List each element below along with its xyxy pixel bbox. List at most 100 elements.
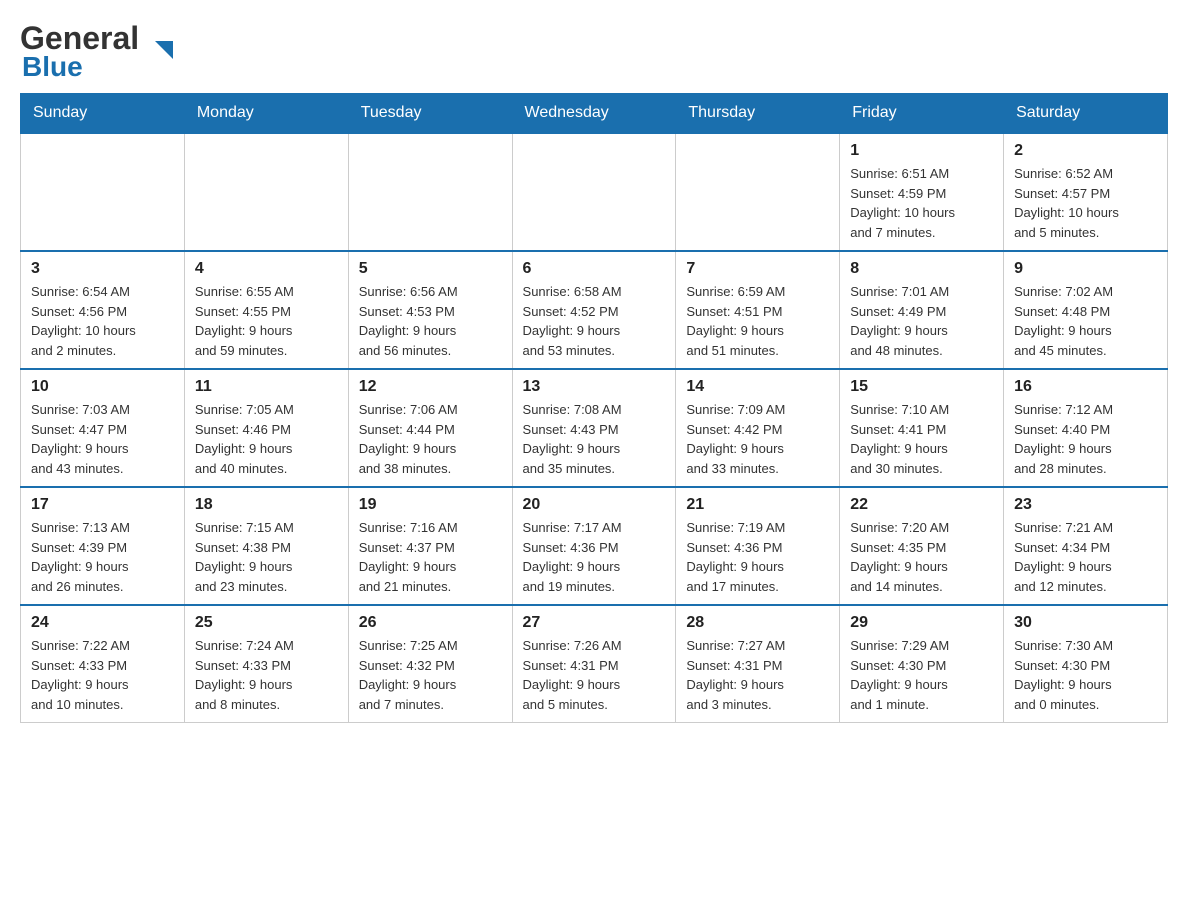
day-number: 18 bbox=[195, 496, 338, 514]
day-number: 25 bbox=[195, 614, 338, 632]
day-info: Sunrise: 7:24 AM Sunset: 4:33 PM Dayligh… bbox=[195, 636, 338, 714]
day-number: 12 bbox=[359, 378, 502, 396]
day-info: Sunrise: 7:25 AM Sunset: 4:32 PM Dayligh… bbox=[359, 636, 502, 714]
day-number: 11 bbox=[195, 378, 338, 396]
calendar-cell: 24Sunrise: 7:22 AM Sunset: 4:33 PM Dayli… bbox=[21, 605, 185, 723]
calendar-cell: 27 Sunrise: 7:26 AM Sunset: 4:31 PM Dayli… bbox=[512, 605, 676, 723]
day-number: 30 bbox=[1014, 614, 1157, 632]
calendar-cell: 30 Sunrise: 7:30 AM Sunset: 4:30 PM Dayli… bbox=[1004, 605, 1168, 723]
day-number: 4 bbox=[195, 260, 338, 278]
day-info: Sunrise: 7:29 AM Sunset: 4:30 PM Dayligh… bbox=[850, 636, 993, 714]
day-number: 21 bbox=[686, 496, 829, 514]
calendar-cell: 3 Sunrise: 6:54 AM Sunset: 4:56 PM Daylig… bbox=[21, 251, 185, 369]
day-number: 13 bbox=[523, 378, 666, 396]
calendar-cell: 16 Sunrise: 7:12 AM Sunset: 4:40 PM Dayli… bbox=[1004, 369, 1168, 487]
day-info: Sunrise: 7:17 AM Sunset: 4:36 PM Dayligh… bbox=[523, 518, 666, 596]
calendar-cell: 29 Sunrise: 7:29 AM Sunset: 4:30 PM Dayli… bbox=[840, 605, 1004, 723]
logo: General Blue bbox=[20, 20, 153, 83]
day-number: 8 bbox=[850, 260, 993, 278]
calendar-cell: 26 Sunrise: 7:25 AM Sunset: 4:32 PM Dayli… bbox=[348, 605, 512, 723]
calendar-cell: 12 Sunrise: 7:06 AM Sunset: 4:44 PM Dayli… bbox=[348, 369, 512, 487]
day-number: 1 bbox=[850, 142, 993, 160]
calendar-cell: 18 Sunrise: 7:15 AM Sunset: 4:38 PM Dayli… bbox=[184, 487, 348, 605]
day-info: Sunrise: 7:05 AM Sunset: 4:46 PM Dayligh… bbox=[195, 400, 338, 478]
calendar-cell: 8 Sunrise: 7:01 AM Sunset: 4:49 PM Daylig… bbox=[840, 251, 1004, 369]
day-number: 15 bbox=[850, 378, 993, 396]
day-info: Sunrise: 6:52 AM Sunset: 4:57 PM Dayligh… bbox=[1014, 164, 1157, 242]
day-number: 17 bbox=[31, 496, 174, 514]
weekday-header: Wednesday bbox=[512, 94, 676, 134]
day-number: 22 bbox=[850, 496, 993, 514]
week-row: 10Sunrise: 7:03 AM Sunset: 4:47 PM Dayli… bbox=[21, 369, 1168, 487]
day-number: 7 bbox=[686, 260, 829, 278]
day-info: Sunrise: 7:01 AM Sunset: 4:49 PM Dayligh… bbox=[850, 282, 993, 360]
day-info: Sunrise: 7:30 AM Sunset: 4:30 PM Dayligh… bbox=[1014, 636, 1157, 714]
day-info: Sunrise: 7:12 AM Sunset: 4:40 PM Dayligh… bbox=[1014, 400, 1157, 478]
weekday-header: Friday bbox=[840, 94, 1004, 134]
page-header: General Blue bbox=[20, 20, 1168, 83]
calendar-cell: 11 Sunrise: 7:05 AM Sunset: 4:46 PM Dayli… bbox=[184, 369, 348, 487]
day-info: Sunrise: 7:08 AM Sunset: 4:43 PM Dayligh… bbox=[523, 400, 666, 478]
calendar-cell: 25 Sunrise: 7:24 AM Sunset: 4:33 PM Dayli… bbox=[184, 605, 348, 723]
calendar-cell: 19 Sunrise: 7:16 AM Sunset: 4:37 PM Dayli… bbox=[348, 487, 512, 605]
day-number: 28 bbox=[686, 614, 829, 632]
day-info: Sunrise: 7:06 AM Sunset: 4:44 PM Dayligh… bbox=[359, 400, 502, 478]
day-info: Sunrise: 7:26 AM Sunset: 4:31 PM Dayligh… bbox=[523, 636, 666, 714]
weekday-header: Tuesday bbox=[348, 94, 512, 134]
weekday-header: Sunday bbox=[21, 94, 185, 134]
day-info: Sunrise: 7:22 AM Sunset: 4:33 PM Dayligh… bbox=[31, 636, 174, 714]
day-info: Sunrise: 6:56 AM Sunset: 4:53 PM Dayligh… bbox=[359, 282, 502, 360]
weekday-header-row: SundayMondayTuesdayWednesdayThursdayFrid… bbox=[21, 94, 1168, 134]
day-number: 19 bbox=[359, 496, 502, 514]
weekday-header: Thursday bbox=[676, 94, 840, 134]
day-number: 23 bbox=[1014, 496, 1157, 514]
calendar-cell: 1 Sunrise: 6:51 AM Sunset: 4:59 PM Daylig… bbox=[840, 133, 1004, 251]
calendar-cell bbox=[348, 133, 512, 251]
day-number: 3 bbox=[31, 260, 174, 278]
calendar-cell: 20 Sunrise: 7:17 AM Sunset: 4:36 PM Dayli… bbox=[512, 487, 676, 605]
day-info: Sunrise: 6:55 AM Sunset: 4:55 PM Dayligh… bbox=[195, 282, 338, 360]
day-number: 29 bbox=[850, 614, 993, 632]
week-row: 1 Sunrise: 6:51 AM Sunset: 4:59 PM Daylig… bbox=[21, 133, 1168, 251]
day-number: 10 bbox=[31, 378, 174, 396]
week-row: 3 Sunrise: 6:54 AM Sunset: 4:56 PM Daylig… bbox=[21, 251, 1168, 369]
calendar-cell: 28 Sunrise: 7:27 AM Sunset: 4:31 PM Dayli… bbox=[676, 605, 840, 723]
day-info: Sunrise: 7:16 AM Sunset: 4:37 PM Dayligh… bbox=[359, 518, 502, 596]
day-number: 16 bbox=[1014, 378, 1157, 396]
calendar-cell bbox=[676, 133, 840, 251]
day-info: Sunrise: 6:54 AM Sunset: 4:56 PM Dayligh… bbox=[31, 282, 174, 360]
logo-blue: Blue bbox=[22, 51, 83, 83]
calendar-cell: 9Sunrise: 7:02 AM Sunset: 4:48 PM Daylig… bbox=[1004, 251, 1168, 369]
day-info: Sunrise: 7:15 AM Sunset: 4:38 PM Dayligh… bbox=[195, 518, 338, 596]
day-info: Sunrise: 6:59 AM Sunset: 4:51 PM Dayligh… bbox=[686, 282, 829, 360]
day-info: Sunrise: 7:19 AM Sunset: 4:36 PM Dayligh… bbox=[686, 518, 829, 596]
weekday-header: Saturday bbox=[1004, 94, 1168, 134]
calendar-cell: 2 Sunrise: 6:52 AM Sunset: 4:57 PM Daylig… bbox=[1004, 133, 1168, 251]
day-info: Sunrise: 6:58 AM Sunset: 4:52 PM Dayligh… bbox=[523, 282, 666, 360]
day-info: Sunrise: 7:20 AM Sunset: 4:35 PM Dayligh… bbox=[850, 518, 993, 596]
weekday-header: Monday bbox=[184, 94, 348, 134]
calendar-cell bbox=[21, 133, 185, 251]
day-info: Sunrise: 7:21 AM Sunset: 4:34 PM Dayligh… bbox=[1014, 518, 1157, 596]
day-number: 20 bbox=[523, 496, 666, 514]
calendar-cell: 6 Sunrise: 6:58 AM Sunset: 4:52 PM Daylig… bbox=[512, 251, 676, 369]
calendar-cell: 23 Sunrise: 7:21 AM Sunset: 4:34 PM Dayli… bbox=[1004, 487, 1168, 605]
calendar-cell: 21 Sunrise: 7:19 AM Sunset: 4:36 PM Dayli… bbox=[676, 487, 840, 605]
day-info: Sunrise: 7:13 AM Sunset: 4:39 PM Dayligh… bbox=[31, 518, 174, 596]
day-number: 14 bbox=[686, 378, 829, 396]
calendar-cell: 13 Sunrise: 7:08 AM Sunset: 4:43 PM Dayli… bbox=[512, 369, 676, 487]
day-info: Sunrise: 6:51 AM Sunset: 4:59 PM Dayligh… bbox=[850, 164, 993, 242]
day-info: Sunrise: 7:09 AM Sunset: 4:42 PM Dayligh… bbox=[686, 400, 829, 478]
calendar-cell bbox=[184, 133, 348, 251]
day-number: 2 bbox=[1014, 142, 1157, 160]
calendar-cell: 7 Sunrise: 6:59 AM Sunset: 4:51 PM Daylig… bbox=[676, 251, 840, 369]
day-number: 6 bbox=[523, 260, 666, 278]
day-number: 27 bbox=[523, 614, 666, 632]
calendar-cell: 14 Sunrise: 7:09 AM Sunset: 4:42 PM Dayli… bbox=[676, 369, 840, 487]
day-number: 5 bbox=[359, 260, 502, 278]
day-info: Sunrise: 7:27 AM Sunset: 4:31 PM Dayligh… bbox=[686, 636, 829, 714]
day-info: Sunrise: 7:10 AM Sunset: 4:41 PM Dayligh… bbox=[850, 400, 993, 478]
week-row: 24Sunrise: 7:22 AM Sunset: 4:33 PM Dayli… bbox=[21, 605, 1168, 723]
calendar-cell: 15 Sunrise: 7:10 AM Sunset: 4:41 PM Dayli… bbox=[840, 369, 1004, 487]
day-number: 26 bbox=[359, 614, 502, 632]
